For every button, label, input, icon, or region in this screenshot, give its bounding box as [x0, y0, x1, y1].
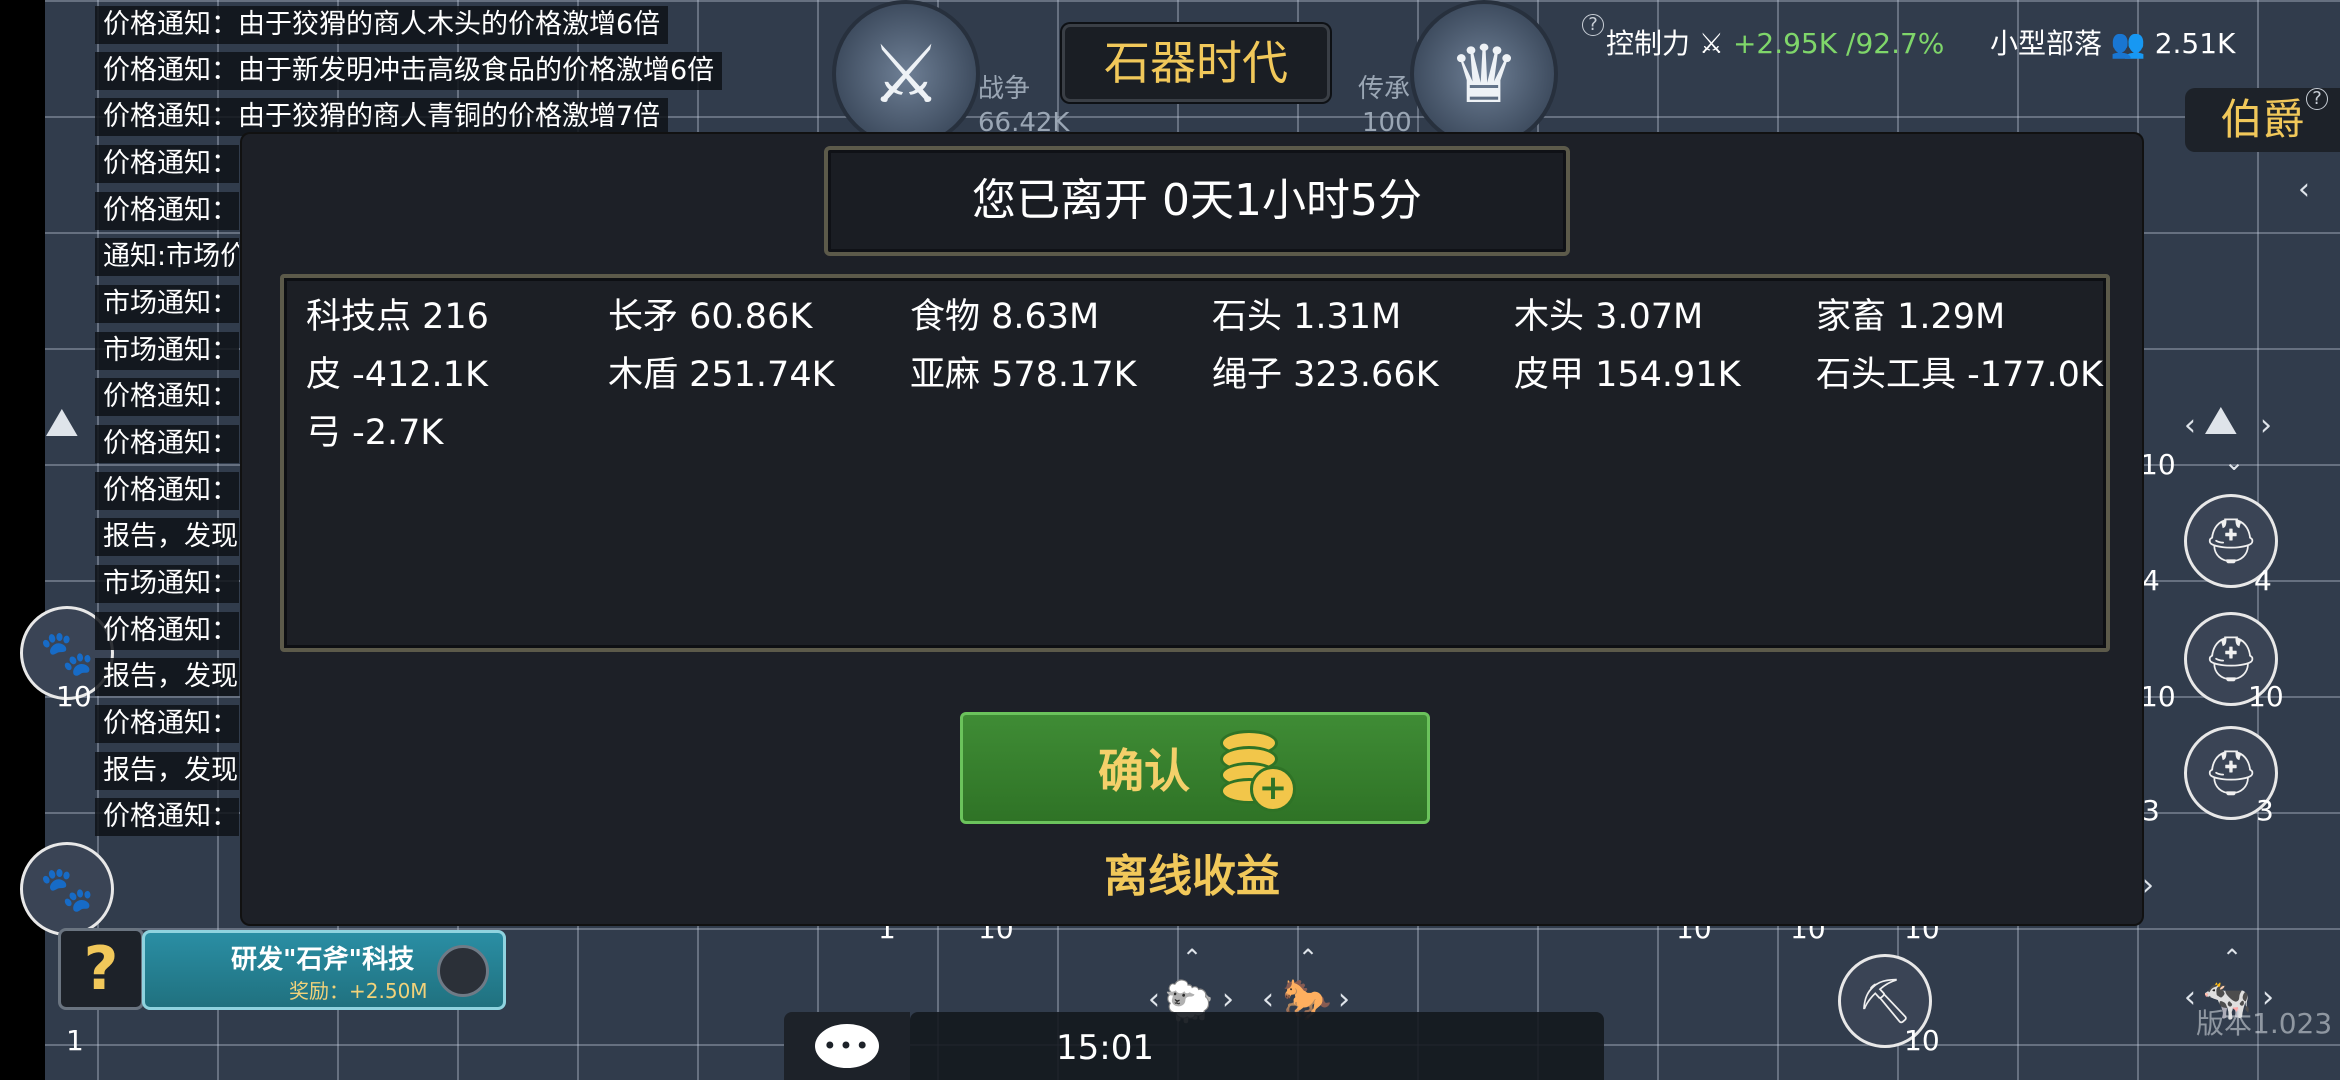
- info-icon[interactable]: ?: [1582, 14, 1604, 36]
- game-time: 15:01: [1056, 1028, 1154, 1068]
- resource-item: 家畜 1.29M: [1816, 297, 2006, 337]
- chevron-right-icon[interactable]: ›: [2260, 408, 2272, 443]
- resource-item: 弓 -2.7K: [306, 413, 444, 453]
- confirm-label: 确认: [1098, 744, 1190, 798]
- help-button[interactable]: ?: [58, 928, 144, 1010]
- crossed-swords-icon: ⚔: [1698, 27, 1725, 60]
- tile-count: 4: [2142, 564, 2160, 597]
- tribe-stat[interactable]: 小型部落 👥 2.51K: [1990, 22, 2235, 62]
- control-percent: /92.7%: [1846, 27, 1945, 60]
- chevron-up-icon[interactable]: ⌃: [1298, 944, 1318, 972]
- resource-item: 绳子 323.66K: [1212, 355, 1439, 395]
- dialog-title: 您已离开 0天1小时5分: [824, 146, 1570, 256]
- resource-item: 木盾 251.74K: [608, 355, 835, 395]
- era-title: 石器时代: [1062, 24, 1330, 102]
- tile-count: 3: [2142, 794, 2160, 827]
- heritage-label: 传承: [1358, 74, 1411, 104]
- tribe-label: 小型部落: [1990, 27, 2103, 60]
- progress-ring-icon: [437, 945, 489, 997]
- paw-icon[interactable]: 🐾: [20, 842, 114, 936]
- chevron-up-icon[interactable]: ⌃: [2222, 944, 2242, 972]
- notification-item[interactable]: 市场通知：: [95, 332, 239, 370]
- notification-item[interactable]: 市场通知：: [95, 285, 239, 323]
- heritage-emblem[interactable]: ♛: [1410, 0, 1558, 148]
- notification-item[interactable]: 报告，发现: [95, 752, 239, 790]
- resource-item: 长矛 60.86K: [608, 297, 813, 337]
- notification-item[interactable]: 市场通知：: [95, 565, 239, 603]
- chevron-left-icon[interactable]: ‹: [2184, 408, 2196, 443]
- notification-item[interactable]: 通知:市场价: [95, 238, 239, 276]
- notification-item[interactable]: 价格通知：由于新发明冲击高级食品的价格激增6倍: [95, 52, 723, 90]
- notification-item[interactable]: 价格通知：: [95, 425, 239, 463]
- resource-item: 皮 -412.1K: [306, 355, 488, 395]
- resource-item: 皮甲 154.91K: [1514, 355, 1741, 395]
- coins-plus-icon: +: [1216, 730, 1296, 812]
- war-emblem[interactable]: ⚔: [832, 0, 980, 148]
- people-icon: 👥: [2110, 27, 2146, 60]
- resource-item: 石头工具 -177.0K: [1816, 355, 2103, 395]
- resource-item: 木头 3.07M: [1514, 297, 1704, 337]
- tile-count: 3: [2256, 794, 2274, 827]
- mountain-icon: ⛰: [2204, 398, 2238, 444]
- notification-item[interactable]: 报告，发现: [95, 518, 239, 556]
- resource-item: 亚麻 578.17K: [910, 355, 1137, 395]
- research-title: 研发"石斧"科技: [231, 945, 415, 975]
- control-stat[interactable]: 控制力 ⚔ +2.95K /92.7%: [1606, 22, 1944, 62]
- tile-count: 10: [1904, 1024, 1940, 1057]
- chevron-right-icon[interactable]: ›: [2142, 868, 2154, 903]
- research-reward: 奖励：+2.50M: [289, 979, 428, 1003]
- chat-button[interactable]: •••: [784, 1012, 910, 1080]
- chevron-up-icon[interactable]: ⌃: [1182, 944, 1202, 972]
- info-icon[interactable]: ?: [2306, 88, 2328, 110]
- bottom-bar: [910, 1012, 1604, 1080]
- version-label: 版本1.023: [2196, 1007, 2333, 1040]
- offline-earnings-dialog: 您已离开 0天1小时5分 科技点 216 长矛 60.86K 食物 8.63M …: [242, 134, 2142, 924]
- notification-item[interactable]: 价格通知：: [95, 612, 239, 650]
- notification-item[interactable]: 报告，发现: [95, 658, 239, 696]
- notification-item[interactable]: 价格通知：: [95, 192, 239, 230]
- resource-panel: 科技点 216 长矛 60.86K 食物 8.63M 石头 1.31M 木头 3…: [280, 274, 2110, 652]
- notification-item[interactable]: 价格通知：: [95, 472, 239, 510]
- mountain-icon: ⛰: [45, 400, 79, 446]
- tile-count: 10: [2248, 680, 2284, 713]
- tile-count: 10: [2140, 680, 2176, 713]
- war-label: 战争: [978, 74, 1031, 104]
- tile-count: 10: [2140, 448, 2176, 481]
- crown-icon: ♛: [1448, 27, 1520, 121]
- notification-item[interactable]: 价格通知：由于狡猾的商人木头的价格激增6倍: [95, 6, 669, 44]
- notification-item[interactable]: 价格通知：: [95, 145, 239, 183]
- notification-item[interactable]: 价格通知：: [95, 378, 239, 416]
- resource-item: 科技点 216: [306, 297, 489, 337]
- confirm-button[interactable]: 确认 +: [960, 712, 1430, 824]
- tile-count: 1: [66, 1024, 84, 1057]
- control-label: 控制力: [1606, 27, 1691, 60]
- research-card[interactable]: 研发"石斧"科技 奖励：+2.50M: [142, 930, 506, 1010]
- notification-item[interactable]: 价格通知：: [95, 798, 239, 836]
- control-value: +2.95K: [1732, 27, 1838, 60]
- tribe-value: 2.51K: [2154, 27, 2236, 60]
- chevron-down-icon[interactable]: ⌄: [2224, 448, 2244, 476]
- chevron-left-icon[interactable]: ‹: [2184, 980, 2196, 1015]
- notification-item[interactable]: 价格通知：由于狡猾的商人青铜的价格激增7倍: [95, 98, 669, 136]
- tile-count: 4: [2254, 564, 2272, 597]
- chat-bubble-icon: •••: [815, 1024, 879, 1068]
- offline-earnings-label: 离线收益: [1104, 851, 1280, 902]
- tile-count: 10: [56, 680, 92, 713]
- chevron-left-icon[interactable]: ‹: [2298, 172, 2310, 207]
- crossed-swords-icon: ⚔: [870, 27, 942, 121]
- notification-item[interactable]: 价格通知：: [95, 705, 239, 743]
- resource-item: 石头 1.31M: [1212, 297, 1402, 337]
- resource-item: 食物 8.63M: [910, 297, 1100, 337]
